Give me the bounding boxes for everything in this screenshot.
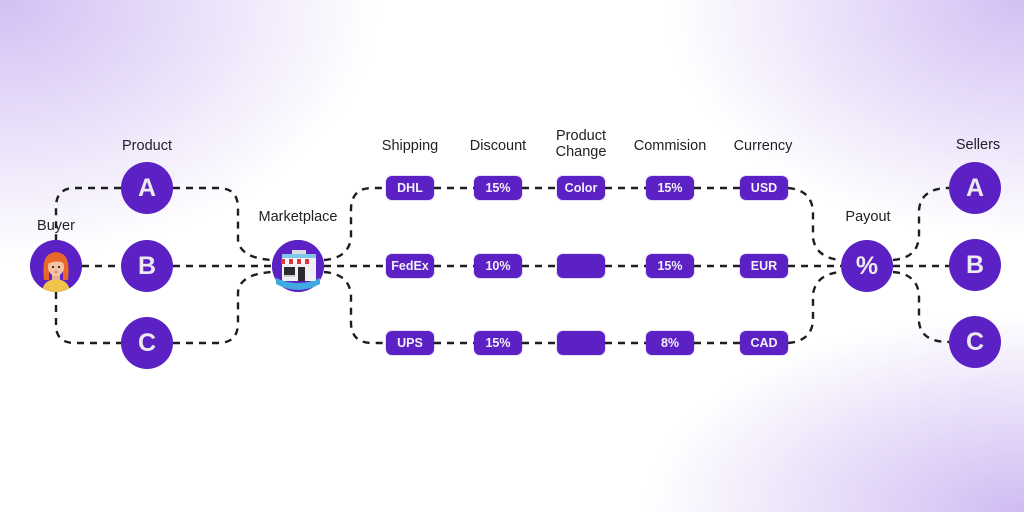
column-header-currency: Currency — [733, 138, 793, 154]
connector-marketplace-row-3 — [323, 270, 386, 345]
discount-pill[interactable]: 15% — [474, 176, 522, 200]
product-node-c[interactable]: C — [121, 317, 173, 369]
product-change-pill[interactable]: Color — [557, 176, 605, 200]
connector-row-3-payout — [787, 270, 842, 345]
marketplace-label: Marketplace — [258, 209, 338, 225]
connector-product-c-marketplace — [173, 270, 273, 345]
column-header-shipping: Shipping — [381, 138, 439, 154]
storefront-icon — [272, 240, 324, 292]
marketplace-node[interactable] — [272, 240, 324, 292]
seller-node-b[interactable]: B — [949, 239, 1001, 291]
currency-pill[interactable]: USD — [740, 176, 788, 200]
shipping-pill[interactable]: UPS — [386, 331, 434, 355]
seller-node-c[interactable]: C — [949, 316, 1001, 368]
currency-pill[interactable]: EUR — [740, 254, 788, 278]
connector-payout-seller-c — [892, 270, 950, 344]
product-node-a[interactable]: A — [121, 162, 173, 214]
column-header-product-change-line1: Product — [556, 128, 606, 144]
buyer-node[interactable] — [30, 240, 82, 292]
payout-label: Payout — [845, 209, 891, 225]
connector-row-1-payout — [787, 186, 842, 262]
payout-node[interactable]: % — [841, 240, 893, 292]
connector-product-a-marketplace — [173, 186, 273, 262]
discount-pill[interactable]: 10% — [474, 254, 522, 278]
connector-payout-seller-a — [892, 186, 950, 262]
column-header-commission: Commision — [633, 138, 707, 154]
currency-pill[interactable]: CAD — [740, 331, 788, 355]
shipping-pill[interactable]: DHL — [386, 176, 434, 200]
person-avatar-icon — [30, 240, 82, 292]
commission-pill[interactable]: 8% — [646, 331, 694, 355]
buyer-label: Buyer — [37, 218, 75, 234]
discount-pill[interactable]: 15% — [474, 331, 522, 355]
product-node-b[interactable]: B — [121, 240, 173, 292]
shipping-pill[interactable]: FedEx — [386, 254, 434, 278]
connector-buyer-product-c — [54, 292, 121, 345]
column-header-product-change: Product Change — [555, 128, 607, 160]
commission-pill[interactable]: 15% — [646, 254, 694, 278]
column-header-product-change-line2: Change — [555, 144, 607, 160]
product-label: Product — [122, 138, 172, 154]
product-change-pill[interactable] — [557, 254, 605, 278]
column-header-discount: Discount — [469, 138, 527, 154]
seller-node-a[interactable]: A — [949, 162, 1001, 214]
product-change-pill[interactable] — [557, 331, 605, 355]
sellers-label: Sellers — [955, 137, 1001, 153]
commission-pill[interactable]: 15% — [646, 176, 694, 200]
